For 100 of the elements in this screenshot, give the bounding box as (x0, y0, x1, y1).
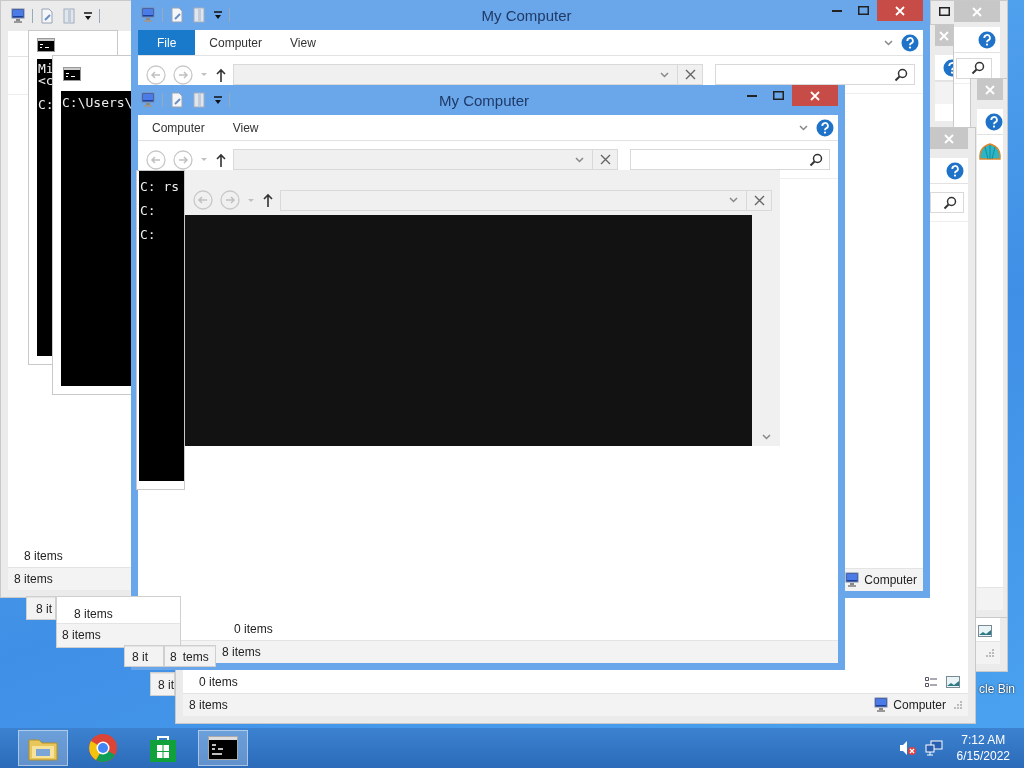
help-icon (901, 33, 919, 52)
address-field[interactable] (233, 64, 703, 85)
ribbon-tab[interactable]: View (276, 30, 330, 55)
search-icon (943, 195, 957, 210)
close-icon (985, 84, 995, 95)
search-field[interactable] (956, 57, 992, 79)
file-explorer-button[interactable] (18, 730, 68, 766)
item-count: 8 items (74, 606, 114, 621)
shell-icon (977, 141, 1003, 163)
help-icon (816, 118, 834, 137)
computer-icon (140, 92, 156, 108)
search-field[interactable] (930, 192, 964, 213)
help-icon (946, 161, 964, 180)
computer-icon (873, 697, 890, 713)
binder-icon (191, 92, 207, 108)
console-line: C: rs (140, 178, 180, 196)
close-button[interactable] (792, 85, 838, 106)
up-arrow-icon (262, 192, 274, 208)
close-icon (810, 90, 820, 101)
chevron-down-icon (729, 197, 738, 203)
clear-icon (599, 154, 611, 165)
status-text: 8 it (36, 601, 52, 616)
console-line: C: (140, 202, 156, 220)
chevron-down-icon (575, 156, 584, 163)
up-arrow-icon (215, 151, 227, 168)
status-text: 8 (170, 649, 177, 664)
browser-icon (88, 733, 118, 763)
status-text: 8 items (14, 572, 53, 586)
desktop-icon-label: cle Bin (979, 682, 1016, 696)
console-line: <c (38, 75, 54, 87)
status-text: 8 it (158, 677, 174, 692)
chevron-down-icon (761, 434, 771, 440)
caret-icon (200, 72, 208, 77)
item-count: 0 items (199, 675, 238, 689)
properties-icon (39, 8, 55, 24)
status-text: 8 items (189, 698, 228, 712)
computer-icon (844, 572, 861, 588)
window-title: My Computer (481, 6, 572, 24)
clock[interactable]: 7:12 AM 6/15/2022 (950, 732, 1016, 764)
address-field[interactable] (233, 149, 618, 170)
details-view-icon (924, 676, 938, 688)
properties-icon (169, 92, 185, 108)
console-line: Mi (38, 63, 54, 75)
item-count: 0 items (234, 622, 273, 636)
console-icon (63, 66, 81, 81)
help-icon (978, 30, 996, 49)
console-line: C:\Users\ (62, 97, 133, 109)
binder-icon (61, 8, 77, 24)
chevron-down-icon (660, 71, 669, 78)
ribbon-tab[interactable]: File (138, 30, 196, 55)
window-title: My Computer (439, 91, 529, 109)
status-location: Computer (864, 573, 917, 587)
maximize-icon (938, 7, 950, 16)
chevron-down-icon (884, 39, 893, 46)
dropdown-caret-icon (213, 10, 223, 20)
volume-muted-icon[interactable] (898, 740, 917, 756)
console-icon (208, 736, 238, 760)
caret-icon (200, 157, 208, 162)
dropdown-caret-icon (213, 95, 223, 105)
search-icon (809, 152, 823, 167)
network-icon[interactable] (924, 740, 943, 756)
minimize-icon (831, 9, 842, 12)
close-icon (944, 133, 954, 144)
console-icon (37, 38, 55, 52)
status-text: 8 items (62, 628, 101, 643)
item-count: 8 items (24, 549, 63, 563)
clear-icon (753, 194, 765, 206)
image-icon (978, 625, 992, 637)
maximize-icon (858, 6, 869, 15)
close-icon (972, 6, 982, 17)
binder-icon (191, 7, 207, 23)
resize-grip-icon (954, 701, 962, 709)
shopping-bag-icon (149, 733, 177, 763)
console-line: C: (38, 99, 54, 111)
status-text: 8 items (222, 645, 261, 659)
clock-date: 6/15/2022 (956, 748, 1010, 764)
search-icon (971, 61, 985, 75)
ribbon-tab[interactable]: View (218, 115, 273, 140)
minimize-icon (746, 94, 757, 97)
resize-grip-icon (986, 649, 994, 657)
address-field[interactable] (280, 189, 772, 211)
ribbon-tab[interactable]: Computer (138, 115, 219, 140)
console-line: C: (140, 226, 156, 244)
clear-icon (684, 69, 696, 80)
status-location: Computer (893, 698, 946, 712)
up-arrow-icon (215, 66, 227, 83)
ribbon-tab[interactable]: Computer (195, 30, 277, 55)
search-icon (894, 67, 908, 82)
dropdown-caret-icon (83, 11, 93, 21)
search-field[interactable] (715, 64, 915, 85)
close-button[interactable] (877, 0, 923, 21)
caret-icon (247, 197, 255, 203)
close-icon (939, 30, 949, 41)
status-text: tems (182, 649, 209, 664)
close-icon (895, 5, 905, 16)
chevron-down-icon (799, 124, 808, 131)
computer-icon (140, 7, 156, 23)
status-text: 8 it (132, 649, 148, 664)
search-field[interactable] (630, 149, 830, 170)
console-button[interactable] (198, 730, 248, 766)
